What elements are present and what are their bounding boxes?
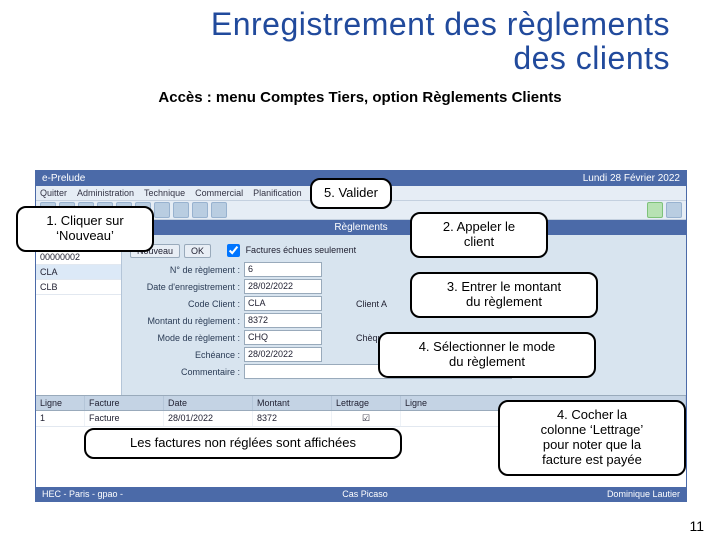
app-date: Lundi 28 Février 2022 — [583, 173, 680, 184]
callout-factures: Les factures non réglées sont affichées — [84, 428, 402, 459]
client-code-field[interactable]: CLA — [244, 296, 322, 311]
factures-echues-checkbox[interactable] — [227, 244, 240, 257]
tool-icon[interactable] — [211, 202, 227, 218]
left-list[interactable]: 00000001 00000002 CLA CLB — [36, 235, 122, 395]
slide-subtitle: Accès : menu Comptes Tiers, option Règle… — [0, 89, 720, 106]
callout-step2: 2. Appeler le client — [410, 212, 548, 258]
reg-number-field[interactable]: 6 — [244, 262, 322, 277]
tool-icon[interactable] — [154, 202, 170, 218]
echeance-field[interactable]: 28/02/2022 — [244, 347, 322, 362]
page-number: 11 — [689, 518, 704, 534]
callout-step1: 1. Cliquer sur ‘Nouveau’ — [16, 206, 154, 252]
callout-step5: 5. Valider — [310, 178, 392, 209]
tool-icon[interactable] — [173, 202, 189, 218]
tool-icon[interactable] — [192, 202, 208, 218]
slide-title: Enregistrement des règlements des client… — [0, 0, 720, 75]
title-line2: des clients — [513, 40, 670, 76]
ok-button[interactable]: OK — [184, 244, 211, 258]
montant-field[interactable]: 8372 — [244, 313, 322, 328]
statusbar: HEC - Paris - gpao -Cas PicasoDominique … — [36, 487, 686, 501]
callout-step4-select: 4. Sélectionner le mode du règlement — [378, 332, 596, 378]
tool-icon[interactable] — [666, 202, 682, 218]
callout-step4-check: 4. Cocher la colonne ‘Lettrage’ pour not… — [498, 400, 686, 476]
title-line1: Enregistrement des règlements — [211, 6, 670, 42]
callout-step3: 3. Entrer le montant du règlement — [410, 272, 598, 318]
mode-field[interactable]: CHQ — [244, 330, 322, 345]
app-name: e-Prelude — [42, 173, 85, 184]
date-field[interactable]: 28/02/2022 — [244, 279, 322, 294]
validate-icon[interactable] — [647, 202, 663, 218]
